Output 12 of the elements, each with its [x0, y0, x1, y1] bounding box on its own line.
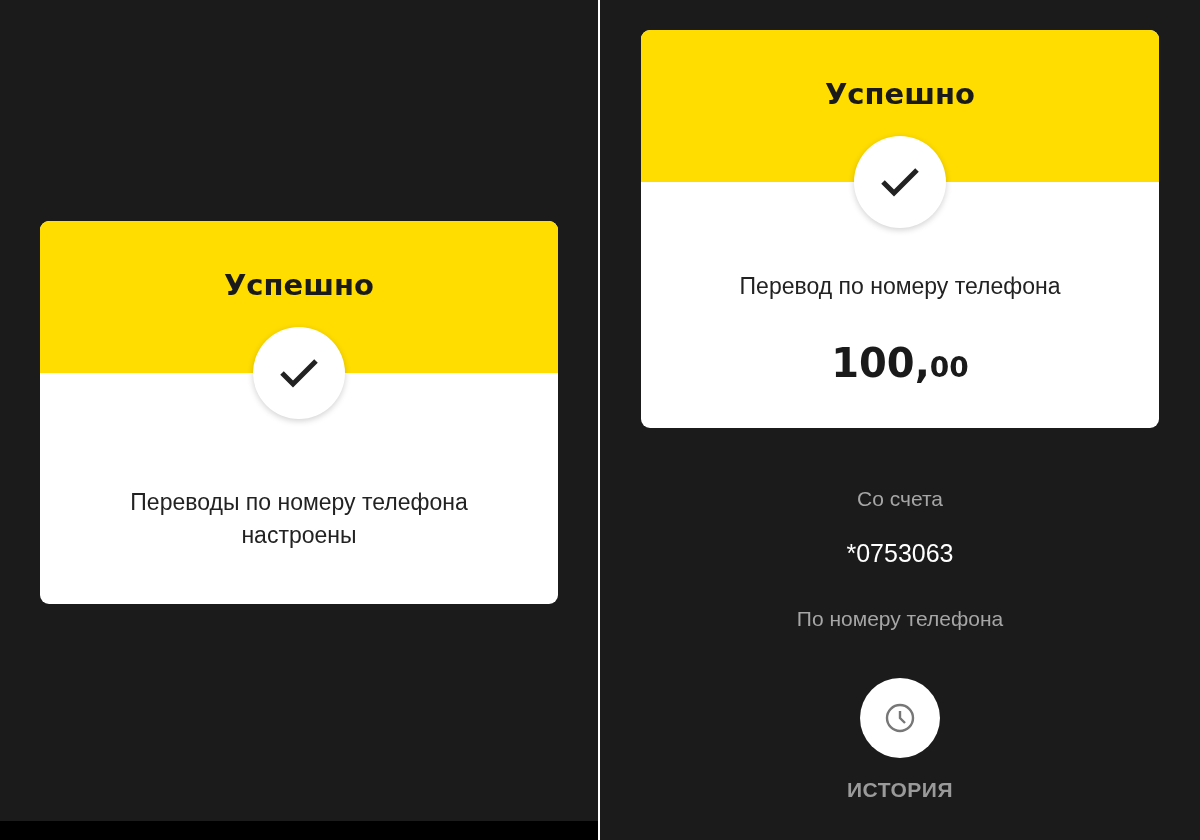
- clock-icon: [885, 703, 915, 733]
- checkmark-icon: [879, 166, 921, 198]
- detail-label: Со счета: [857, 486, 943, 512]
- status-title: Успешно: [224, 267, 374, 303]
- checkmark-icon: [278, 357, 320, 389]
- history-label[interactable]: ИСТОРИЯ: [846, 778, 954, 802]
- status-title: Успешно: [825, 76, 975, 112]
- result-message: Переводы по номеру телефона настроены: [129, 488, 469, 550]
- amount-text: 100,00: [831, 339, 969, 388]
- account-number: *0753063: [846, 538, 954, 568]
- detail-label: По номеру телефона: [796, 606, 1004, 632]
- result-message: Перевод по номеру телефона: [739, 272, 1061, 301]
